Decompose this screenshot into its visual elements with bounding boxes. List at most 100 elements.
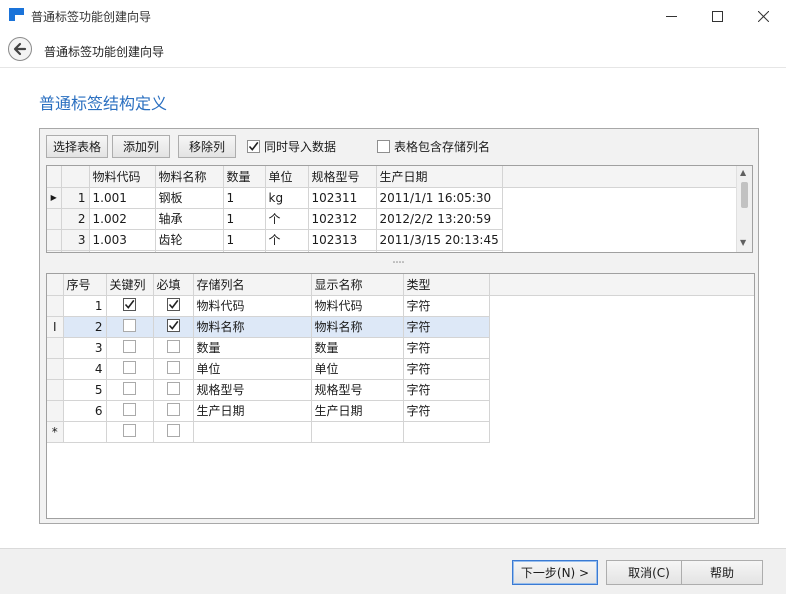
key-column-checkbox[interactable] bbox=[123, 298, 136, 311]
scroll-up-icon[interactable]: ▲ bbox=[740, 168, 746, 177]
key-column-checkbox[interactable] bbox=[123, 402, 136, 416]
table-cell[interactable]: 102313 bbox=[308, 229, 377, 251]
structure-grid[interactable]: 序号 关键列 必填 存储列名 显示名称 类型 1 物料代码 物料代码 字符 I 2 物料名称… bbox=[46, 273, 755, 519]
table-cell[interactable]: 轴承 bbox=[155, 208, 224, 230]
include-storage-checkbox[interactable]: 表格包含存储列名 bbox=[377, 138, 490, 155]
storage-name-cell[interactable]: 数量 bbox=[193, 337, 312, 359]
storage-name-cell[interactable]: 生产日期 bbox=[193, 400, 312, 422]
type-cell[interactable]: 字符 bbox=[403, 400, 490, 422]
type-cell[interactable]: 字符 bbox=[403, 379, 490, 401]
sequence-cell[interactable]: 5 bbox=[63, 379, 107, 401]
maximize-button[interactable] bbox=[694, 0, 740, 32]
required-cell[interactable] bbox=[153, 316, 194, 338]
column-header[interactable]: 存储列名 bbox=[193, 274, 312, 296]
table-cell[interactable]: 钢板 bbox=[155, 250, 224, 252]
data-preview-scrollbar[interactable]: ▲ ▼ bbox=[736, 166, 752, 252]
table-cell[interactable]: 102312 bbox=[308, 208, 377, 230]
table-cell[interactable]: 102311 bbox=[308, 187, 377, 209]
required-checkbox[interactable] bbox=[166, 381, 180, 395]
key-column-cell[interactable] bbox=[106, 295, 154, 317]
storage-name-cell[interactable]: 物料名称 bbox=[193, 316, 312, 338]
table-row[interactable]: 3 1.003 齿轮 1 个 102313 2011/3/15 20:13:45 bbox=[47, 229, 747, 251]
back-button[interactable] bbox=[8, 37, 32, 61]
column-header[interactable]: 规格型号 bbox=[308, 166, 377, 188]
display-name-cell[interactable]: 生产日期 bbox=[311, 400, 404, 422]
display-name-cell[interactable]: 数量 bbox=[311, 337, 404, 359]
required-cell[interactable] bbox=[153, 379, 194, 401]
required-checkbox[interactable] bbox=[166, 319, 180, 332]
next-button[interactable]: 下一步(N) > bbox=[512, 560, 598, 585]
key-column-cell[interactable] bbox=[106, 358, 154, 380]
table-cell[interactable]: 钢板 bbox=[155, 187, 224, 209]
storage-name-cell[interactable]: 物料代码 bbox=[193, 295, 312, 317]
data-preview-grid[interactable]: 物料代码 物料名称 数量 单位 规格型号 生产日期 ▶ 1 1.001 钢板 1 kg 10… bbox=[46, 165, 753, 253]
table-cell[interactable]: 2011/1/1 16:05:30 bbox=[376, 250, 503, 252]
column-header[interactable]: 数量 bbox=[223, 166, 266, 188]
storage-name-cell[interactable]: 单位 bbox=[193, 358, 312, 380]
required-cell[interactable] bbox=[153, 295, 194, 317]
sequence-cell[interactable]: 3 bbox=[63, 337, 107, 359]
table-cell[interactable]: 2012/2/2 13:20:59 bbox=[376, 208, 503, 230]
type-cell[interactable]: 字符 bbox=[403, 337, 490, 359]
select-table-button[interactable]: 选择表格 bbox=[46, 135, 108, 158]
import-data-checkbox[interactable]: 同时导入数据 bbox=[247, 138, 336, 155]
close-button[interactable] bbox=[740, 0, 786, 32]
required-cell[interactable] bbox=[153, 421, 194, 443]
type-cell[interactable]: 字符 bbox=[403, 358, 490, 380]
table-row[interactable]: 6 生产日期 生产日期 字符 bbox=[47, 400, 754, 422]
table-row[interactable]: 3 数量 数量 字符 bbox=[47, 337, 754, 359]
table-cell[interactable]: 1.004 bbox=[89, 250, 156, 252]
column-header[interactable]: 物料名称 bbox=[155, 166, 224, 188]
key-column-checkbox[interactable] bbox=[123, 423, 136, 437]
table-cell[interactable]: 个 bbox=[265, 229, 309, 251]
sequence-cell[interactable] bbox=[63, 421, 107, 443]
column-header[interactable]: 生产日期 bbox=[376, 166, 503, 188]
column-header[interactable]: 显示名称 bbox=[311, 274, 404, 296]
table-cell[interactable]: 1.003 bbox=[89, 229, 156, 251]
display-name-cell[interactable]: 物料代码 bbox=[311, 295, 404, 317]
table-row[interactable]: 4 单位 单位 字符 bbox=[47, 358, 754, 380]
key-column-checkbox[interactable] bbox=[123, 339, 136, 353]
key-column-checkbox[interactable] bbox=[123, 381, 136, 395]
scroll-down-icon[interactable]: ▼ bbox=[740, 238, 746, 247]
table-row[interactable]: I 2 物料名称 物料名称 字符 bbox=[47, 316, 754, 338]
grid-splitter-grip[interactable] bbox=[392, 259, 406, 265]
required-cell[interactable] bbox=[153, 337, 194, 359]
sequence-cell[interactable]: 4 bbox=[63, 358, 107, 380]
table-row[interactable]: 2 1.002 轴承 1 个 102312 2012/2/2 13:20:59 bbox=[47, 208, 747, 230]
table-cell[interactable]: 1 bbox=[223, 229, 266, 251]
sequence-cell[interactable]: 2 bbox=[63, 316, 107, 338]
table-cell[interactable]: kg bbox=[265, 250, 309, 252]
table-row[interactable]: ▶ 1 1.001 钢板 1 kg 102311 2011/1/1 16:05:30 bbox=[47, 187, 747, 209]
column-header[interactable]: 必填 bbox=[153, 274, 194, 296]
required-checkbox[interactable] bbox=[166, 339, 180, 353]
sequence-cell[interactable]: 6 bbox=[63, 400, 107, 422]
required-checkbox[interactable] bbox=[166, 423, 180, 437]
help-button[interactable]: 帮助 bbox=[681, 560, 763, 585]
required-cell[interactable] bbox=[153, 358, 194, 380]
column-header[interactable]: 序号 bbox=[63, 274, 107, 296]
storage-name-cell[interactable]: 规格型号 bbox=[193, 379, 312, 401]
key-column-checkbox[interactable] bbox=[123, 318, 136, 332]
table-cell[interactable]: 1 bbox=[223, 250, 266, 252]
key-column-cell[interactable] bbox=[106, 400, 154, 422]
new-row[interactable]: * bbox=[47, 421, 754, 443]
table-cell[interactable]: kg bbox=[265, 187, 309, 209]
type-cell[interactable] bbox=[403, 421, 490, 443]
required-checkbox[interactable] bbox=[166, 360, 180, 374]
table-cell[interactable]: 个 bbox=[265, 208, 309, 230]
table-cell[interactable]: 齿轮 bbox=[155, 229, 224, 251]
key-column-cell[interactable] bbox=[106, 316, 154, 338]
table-row[interactable]: 1 物料代码 物料代码 字符 bbox=[47, 295, 754, 317]
cancel-button[interactable]: 取消(C) bbox=[606, 560, 692, 585]
column-header[interactable]: 单位 bbox=[265, 166, 309, 188]
include-storage-check[interactable] bbox=[377, 140, 390, 153]
table-cell[interactable]: 2011/1/1 16:05:30 bbox=[376, 187, 503, 209]
minimize-button[interactable] bbox=[648, 0, 694, 32]
table-cell[interactable]: 2011/3/15 20:13:45 bbox=[376, 229, 503, 251]
column-header[interactable]: 关键列 bbox=[106, 274, 154, 296]
key-column-cell[interactable] bbox=[106, 379, 154, 401]
display-name-cell[interactable]: 规格型号 bbox=[311, 379, 404, 401]
display-name-cell[interactable]: 物料名称 bbox=[311, 316, 404, 338]
column-header[interactable]: 物料代码 bbox=[89, 166, 156, 188]
